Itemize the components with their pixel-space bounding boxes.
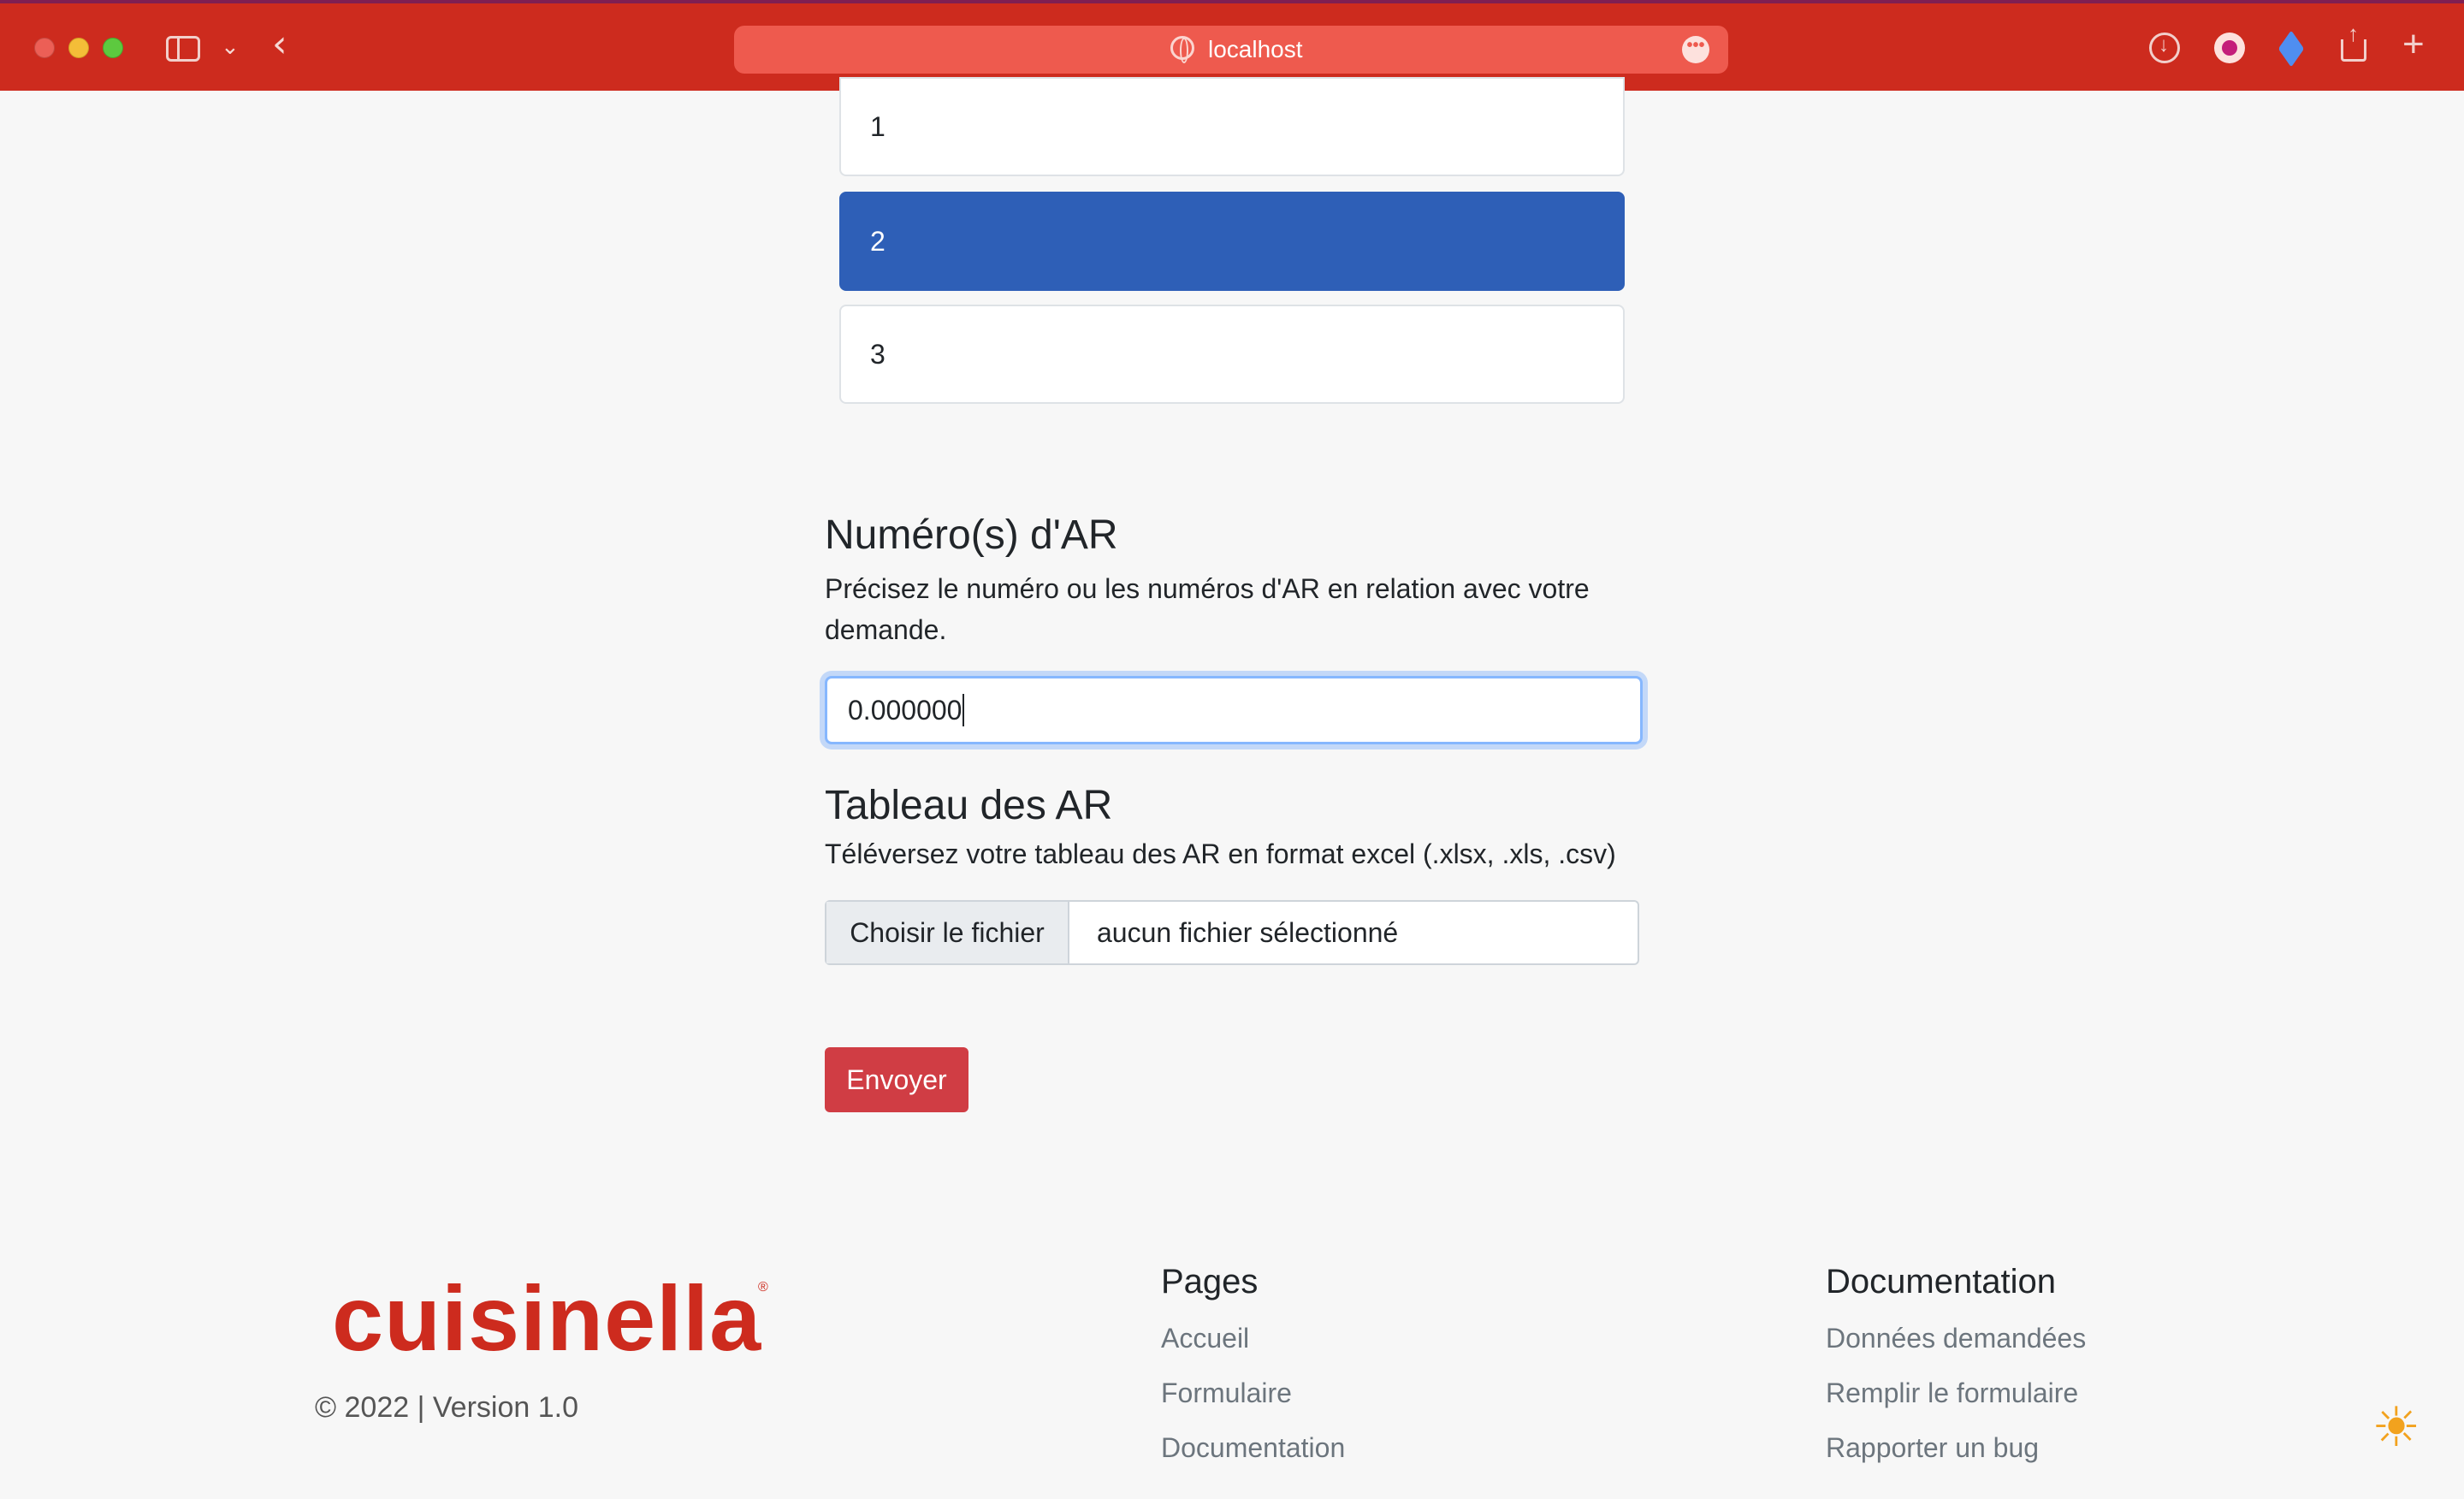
list-item-label: 2: [870, 225, 886, 257]
layers-extension-icon[interactable]: [2276, 33, 2307, 63]
registered-mark: ®: [758, 1280, 768, 1295]
page-menu-icon[interactable]: •••: [1682, 36, 1709, 63]
list-item[interactable]: 3: [839, 305, 1625, 404]
sidebar-toggle-icon[interactable]: [166, 36, 200, 62]
brand-logo: cuisinella: [332, 1266, 762, 1370]
ar-section-help: Précisez le numéro ou les numéros d'AR e…: [825, 573, 1590, 645]
copyright-text: © 2022 | Version 1.0: [315, 1391, 578, 1424]
footer-link-formulaire[interactable]: Formulaire: [1161, 1378, 1292, 1409]
list-item-selected[interactable]: 2: [839, 192, 1625, 291]
footer-link-accueil[interactable]: Accueil: [1161, 1323, 1249, 1354]
theme-toggle-sun-icon[interactable]: [2372, 1396, 2420, 1460]
minimize-window-button[interactable]: [68, 38, 89, 58]
list-item-label: 1: [870, 110, 886, 142]
text-caret: [962, 694, 965, 726]
ar-number-input[interactable]: 0.000000: [825, 676, 1643, 744]
file-status-text: aucun fichier sélectionné: [1097, 916, 1399, 948]
share-icon[interactable]: [2341, 21, 2366, 62]
footer-link-rapporter-bug[interactable]: Rapporter un bug: [1826, 1432, 2039, 1464]
list-item[interactable]: 1: [839, 77, 1625, 176]
ar-number-value: 0.000000: [848, 694, 962, 726]
footer-link-remplir-formulaire[interactable]: Remplir le formulaire: [1826, 1378, 2078, 1409]
record-icon[interactable]: [2214, 33, 2245, 63]
address-bar[interactable]: localhost •••: [734, 26, 1728, 74]
file-upload-input[interactable]: Choisir le fichier aucun fichier sélecti…: [825, 900, 1639, 965]
footer-link-donnees-demandees[interactable]: Données demandées: [1826, 1323, 2086, 1354]
close-window-button[interactable]: [34, 38, 55, 58]
url-text: localhost: [1208, 36, 1303, 62]
table-section-help: Téléversez votre tableau des AR en forma…: [825, 838, 1616, 869]
downloads-icon[interactable]: [2149, 33, 2180, 63]
list-item-label: 3: [870, 338, 886, 370]
globe-icon: [1170, 36, 1194, 63]
table-section-title: Tableau des AR: [825, 783, 1113, 828]
zoom-window-button[interactable]: [103, 38, 123, 58]
ar-section-title: Numéro(s) d'AR: [825, 513, 1118, 558]
footer-link-documentation[interactable]: Documentation: [1161, 1432, 1345, 1464]
submit-button[interactable]: Envoyer: [825, 1047, 968, 1112]
new-tab-icon[interactable]: +: [2402, 26, 2433, 63]
back-arrow-icon[interactable]: ‹: [272, 26, 287, 63]
footer-documentation-title: Documentation: [1826, 1263, 2057, 1301]
footer-pages-title: Pages: [1161, 1263, 1259, 1301]
chevron-down-icon[interactable]: ⌄: [221, 34, 240, 60]
choose-file-button[interactable]: Choisir le fichier: [826, 902, 1069, 963]
